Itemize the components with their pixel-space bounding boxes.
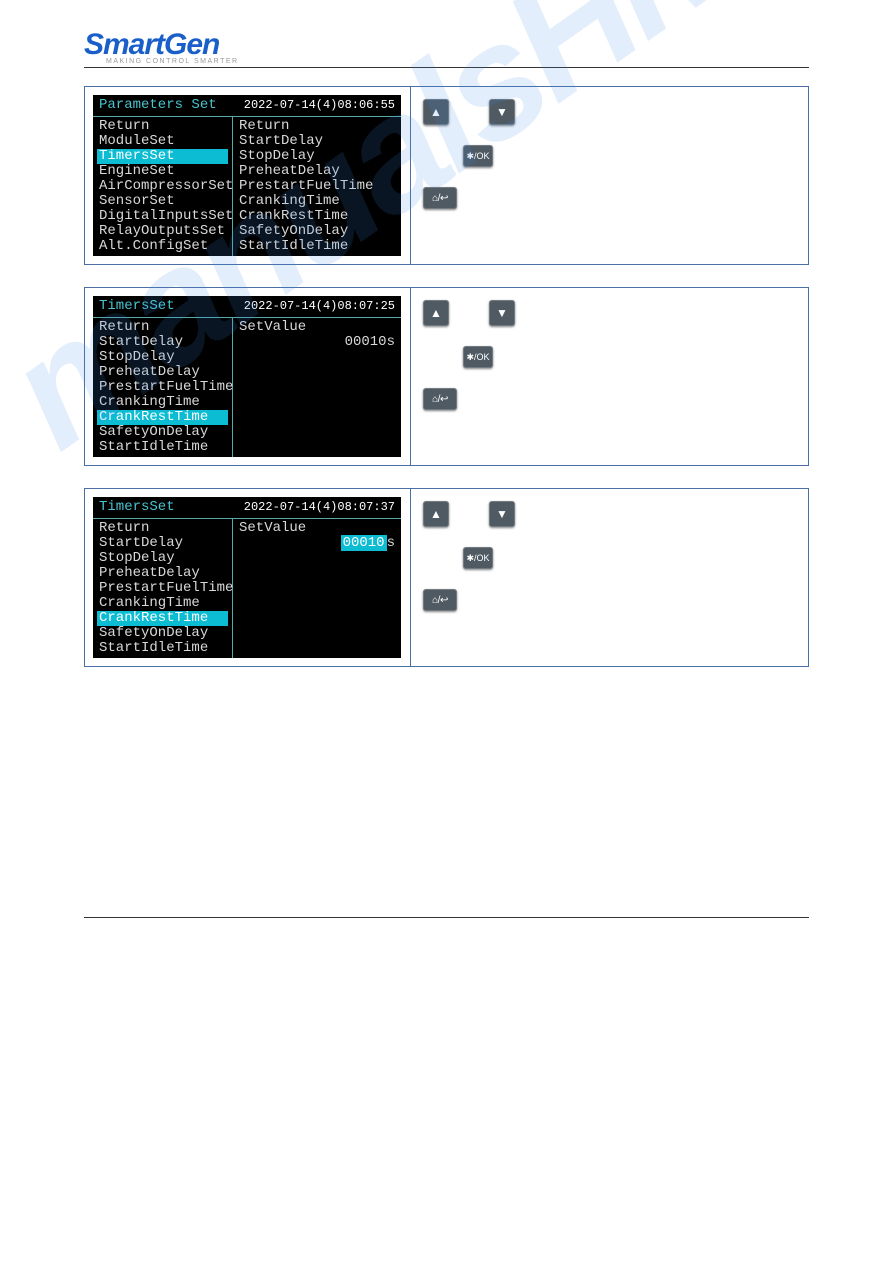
back-button[interactable]: ⌂/↩ bbox=[423, 388, 457, 410]
menu-item[interactable]: ModuleSet bbox=[97, 134, 228, 149]
lcd-timestamp: 2022-07-14(4)08:07:37 bbox=[244, 500, 395, 515]
brand-tagline: MAKING CONTROL SMARTER bbox=[84, 58, 809, 65]
lcd-screen: Parameters Set 2022-07-14(4)08:06:55 Retur… bbox=[93, 95, 401, 256]
down-button[interactable]: ▼ bbox=[489, 501, 515, 527]
up-button[interactable]: ▲ bbox=[423, 501, 449, 527]
setvalue-label: SetValue bbox=[237, 320, 397, 335]
menu-item[interactable]: RelayOutputsSet bbox=[97, 224, 228, 239]
menu-item[interactable]: StopDelay bbox=[97, 350, 228, 365]
setvalue-value[interactable]: 00010s bbox=[237, 536, 397, 551]
instruction-section: TimersSet2022-07-14(4)08:07:25ReturnStar… bbox=[84, 287, 809, 466]
menu-item[interactable]: CrankRestTime bbox=[97, 410, 228, 425]
menu-item[interactable]: DigitalInputsSet bbox=[97, 209, 228, 224]
menu-item[interactable]: Alt.ConfigSet bbox=[97, 239, 228, 254]
submenu-item: StartIdleTime bbox=[237, 239, 397, 254]
lcd-timestamp: 2022-07-14(4)08:06:55 bbox=[244, 98, 395, 113]
up-button[interactable]: ▲ bbox=[423, 300, 449, 326]
up-button[interactable]: ▲ bbox=[423, 99, 449, 125]
menu-item[interactable]: CrankingTime bbox=[97, 395, 228, 410]
submenu-item: SafetyOnDelay bbox=[237, 224, 397, 239]
menu-item[interactable]: CrankRestTime bbox=[97, 611, 228, 626]
down-button[interactable]: ▼ bbox=[489, 300, 515, 326]
lcd-title: Parameters Set bbox=[99, 98, 217, 113]
menu-item[interactable]: AirCompressorSet bbox=[97, 179, 228, 194]
menu-item[interactable]: Return bbox=[97, 521, 228, 536]
menu-item[interactable]: Return bbox=[97, 320, 228, 335]
menu-item[interactable]: SafetyOnDelay bbox=[97, 425, 228, 440]
submenu-item: CrankingTime bbox=[237, 194, 397, 209]
lcd-title: TimersSet bbox=[99, 299, 175, 314]
back-button[interactable]: ⌂/↩ bbox=[423, 187, 457, 209]
menu-item[interactable]: PrestartFuelTime bbox=[97, 581, 228, 596]
menu-item[interactable]: PreheatDelay bbox=[97, 566, 228, 581]
submenu-item: PreheatDelay bbox=[237, 164, 397, 179]
menu-item[interactable]: StartIdleTime bbox=[97, 440, 228, 455]
brand-logo: SmartGen bbox=[84, 28, 809, 62]
menu-item[interactable]: StopDelay bbox=[97, 551, 228, 566]
footer-divider bbox=[84, 917, 809, 918]
menu-item[interactable]: StartDelay bbox=[97, 536, 228, 551]
lcd-screen: TimersSet2022-07-14(4)08:07:37ReturnStar… bbox=[93, 497, 401, 658]
submenu-item: PrestartFuelTime bbox=[237, 179, 397, 194]
menu-item[interactable]: StartIdleTime bbox=[97, 641, 228, 656]
submenu-item: Return bbox=[237, 119, 397, 134]
back-button[interactable]: ⌂/↩ bbox=[423, 589, 457, 611]
ok-button[interactable]: ✱/OK bbox=[463, 346, 493, 368]
lcd-screen: TimersSet2022-07-14(4)08:07:25ReturnStar… bbox=[93, 296, 401, 457]
submenu-item: CrankRestTime bbox=[237, 209, 397, 224]
lcd-title: TimersSet bbox=[99, 500, 175, 515]
ok-button[interactable]: ✱/OK bbox=[463, 145, 493, 167]
setvalue-label: SetValue bbox=[237, 521, 397, 536]
ok-button[interactable]: ✱/OK bbox=[463, 547, 493, 569]
menu-item[interactable]: PrestartFuelTime bbox=[97, 380, 228, 395]
instruction-section: Parameters Set 2022-07-14(4)08:06:55 Retur… bbox=[84, 86, 809, 265]
lcd-timestamp: 2022-07-14(4)08:07:25 bbox=[244, 299, 395, 314]
menu-item[interactable]: Return bbox=[97, 119, 228, 134]
down-button[interactable]: ▼ bbox=[489, 99, 515, 125]
menu-item[interactable]: TimersSet bbox=[97, 149, 228, 164]
menu-item[interactable]: SafetyOnDelay bbox=[97, 626, 228, 641]
menu-item[interactable]: EngineSet bbox=[97, 164, 228, 179]
setvalue-value[interactable]: 00010s bbox=[237, 335, 397, 350]
submenu-item: StopDelay bbox=[237, 149, 397, 164]
page-header: SmartGen MAKING CONTROL SMARTER bbox=[84, 28, 809, 68]
menu-item[interactable]: CrankingTime bbox=[97, 596, 228, 611]
menu-item[interactable]: StartDelay bbox=[97, 335, 228, 350]
instruction-section: TimersSet2022-07-14(4)08:07:37ReturnStar… bbox=[84, 488, 809, 667]
submenu-item: StartDelay bbox=[237, 134, 397, 149]
menu-item[interactable]: PreheatDelay bbox=[97, 365, 228, 380]
menu-item[interactable]: SensorSet bbox=[97, 194, 228, 209]
